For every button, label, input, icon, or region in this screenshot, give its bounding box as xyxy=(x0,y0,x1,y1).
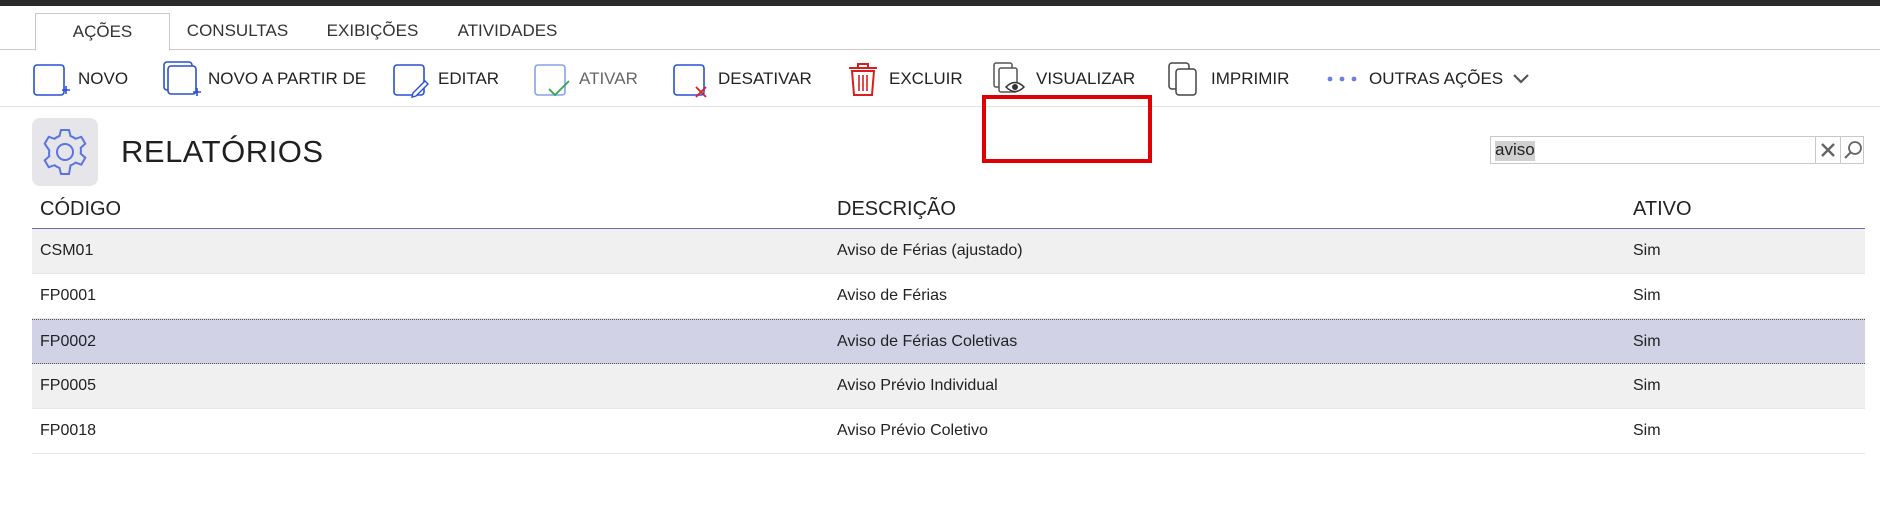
reports-table: CÓDIGO DESCRIÇÃO ATIVO CSM01 Aviso de Fé… xyxy=(32,190,1865,454)
new-document-icon xyxy=(32,59,72,99)
desativar-button[interactable]: DESATIVAR xyxy=(672,50,812,107)
novo-label: NOVO xyxy=(78,68,129,88)
novo-button[interactable]: NOVO xyxy=(32,50,128,107)
visualizar-button[interactable]: VISUALIZAR xyxy=(990,50,1135,107)
outras-acoes-button[interactable]: OUTRAS AÇÕES xyxy=(1325,50,1531,107)
cell-ativo: Sim xyxy=(1633,333,1661,350)
tab-exibicoes[interactable]: EXIBIÇÕES xyxy=(315,13,430,51)
tab-bar: AÇÕES CONSULTAS EXIBIÇÕES ATIVIDADES xyxy=(0,6,1880,51)
imprimir-label: IMPRIMIR xyxy=(1211,68,1290,88)
table-row[interactable]: FP0001 Aviso de Férias Sim xyxy=(32,274,1865,319)
cell-codigo: FP0002 xyxy=(40,333,97,350)
clear-search-button[interactable] xyxy=(1815,137,1840,163)
ativar-label: ATIVAR xyxy=(579,68,638,88)
chevron-down-icon xyxy=(1511,69,1531,89)
cell-ativo: Sim xyxy=(1633,377,1661,394)
search-input[interactable] xyxy=(1493,139,1813,161)
action-toolbar: NOVO NOVO A PARTIR DE EDITAR ATIVAR DESA… xyxy=(0,50,1880,163)
print-icon xyxy=(1165,59,1205,99)
search-icon xyxy=(1844,141,1862,159)
table-row[interactable]: FP0018 Aviso Prévio Coletivo Sim xyxy=(32,409,1865,454)
page-title: RELATÓRIOS xyxy=(121,134,324,169)
close-icon xyxy=(1821,143,1835,157)
deactivate-icon xyxy=(672,59,712,99)
table-row[interactable]: CSM01 Aviso de Férias (ajustado) Sim xyxy=(32,229,1865,274)
view-icon xyxy=(990,59,1030,99)
cell-descricao: Aviso de Férias xyxy=(837,287,947,304)
cell-codigo: CSM01 xyxy=(40,242,94,259)
editar-button[interactable]: EDITAR xyxy=(392,50,499,107)
table-row-selected[interactable]: FP0002 Aviso de Férias Coletivas Sim xyxy=(32,319,1865,364)
cell-descricao: Aviso de Férias Coletivas xyxy=(837,333,1018,350)
header-ativo[interactable]: ATIVO xyxy=(1633,198,1692,221)
tab-atividades[interactable]: ATIVIDADES xyxy=(450,13,565,51)
cell-descricao: Aviso Prévio Individual xyxy=(837,377,998,394)
header-codigo[interactable]: CÓDIGO xyxy=(40,198,121,221)
cell-codigo: FP0018 xyxy=(40,422,97,439)
header-descricao[interactable]: DESCRIÇÃO xyxy=(837,198,956,221)
novo-a-partir-de-button[interactable]: NOVO A PARTIR DE xyxy=(162,50,366,107)
cell-descricao: Aviso Prévio Coletivo xyxy=(837,422,988,439)
activate-icon xyxy=(533,59,573,99)
cell-descricao: Aviso de Férias (ajustado) xyxy=(837,242,1023,259)
table-row[interactable]: FP0005 Aviso Prévio Individual Sim xyxy=(32,364,1865,409)
cell-ativo: Sim xyxy=(1633,422,1661,439)
ativar-button[interactable]: ATIVAR xyxy=(533,50,638,107)
cell-ativo: Sim xyxy=(1633,287,1661,304)
outras-acoes-label: OUTRAS AÇÕES xyxy=(1369,68,1504,88)
search-box xyxy=(1490,136,1864,164)
cell-ativo: Sim xyxy=(1633,242,1661,259)
desativar-label: DESATIVAR xyxy=(718,68,812,88)
cell-codigo: FP0005 xyxy=(40,377,97,394)
edit-icon xyxy=(392,59,432,99)
cell-codigo: FP0001 xyxy=(40,287,97,304)
imprimir-button[interactable]: IMPRIMIR xyxy=(1165,50,1289,107)
excluir-button[interactable]: EXCLUIR xyxy=(843,50,963,107)
tab-consultas[interactable]: CONSULTAS xyxy=(180,13,295,51)
search-button[interactable] xyxy=(1840,137,1864,163)
editar-label: EDITAR xyxy=(438,68,500,88)
visualizar-label: VISUALIZAR xyxy=(1036,68,1136,88)
excluir-label: EXCLUIR xyxy=(889,68,963,88)
trash-icon xyxy=(843,59,883,99)
table-header: CÓDIGO DESCRIÇÃO ATIVO xyxy=(32,190,1865,229)
page-icon-box xyxy=(32,118,98,186)
gear-icon xyxy=(43,129,87,175)
copy-new-icon xyxy=(162,59,202,99)
more-dots-icon xyxy=(1325,59,1363,99)
novo-a-partir-de-label: NOVO A PARTIR DE xyxy=(208,68,367,88)
tab-acoes[interactable]: AÇÕES xyxy=(35,13,170,51)
